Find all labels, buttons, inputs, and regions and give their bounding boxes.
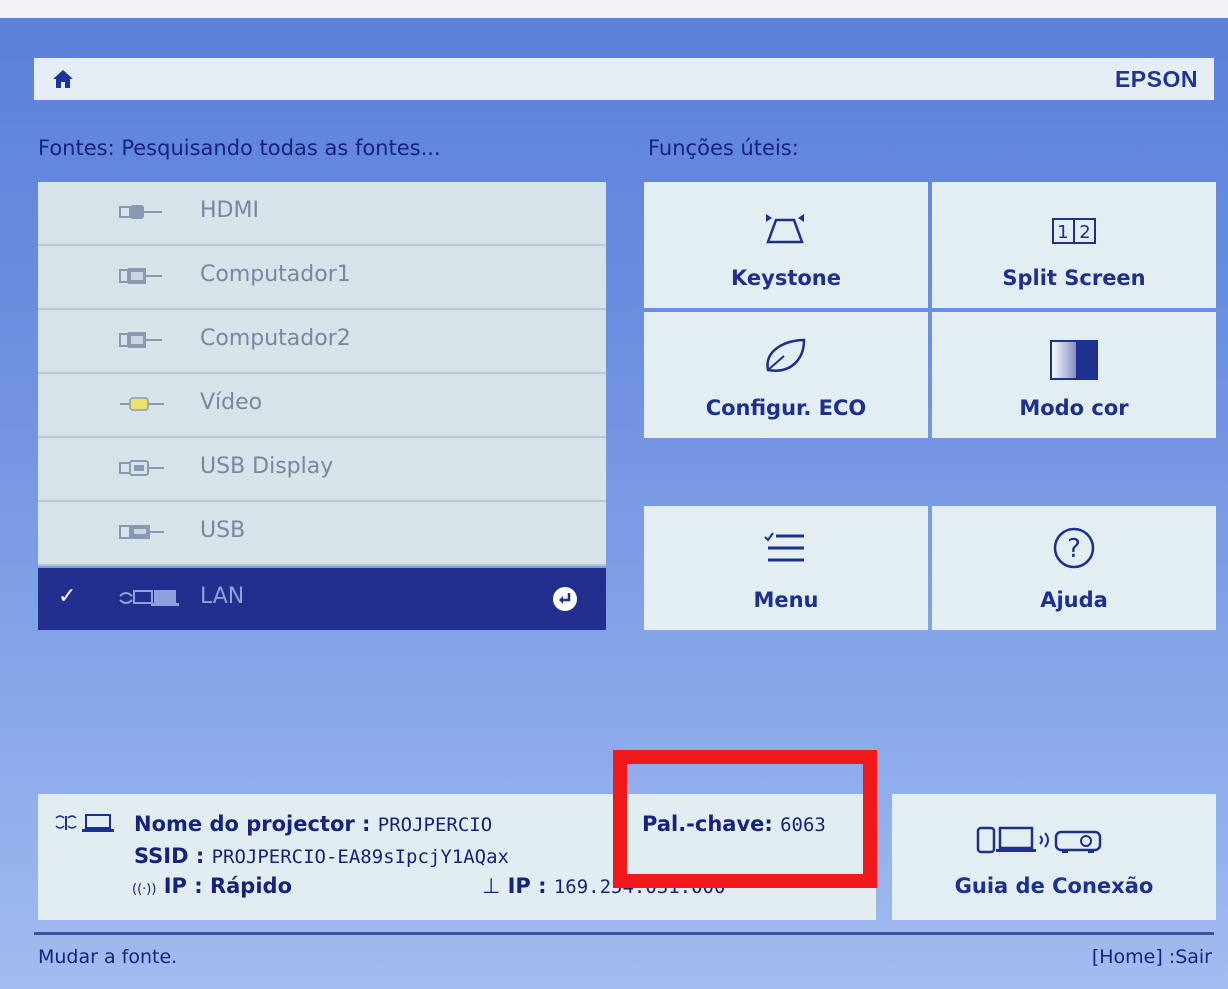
keystone-button[interactable]: Keystone: [644, 182, 928, 308]
tile-label: Split Screen: [1002, 266, 1146, 290]
network-computer-icon: [119, 590, 179, 606]
rca-video-connector-icon: [120, 397, 164, 411]
source-item-hdmi[interactable]: HDMI: [38, 182, 606, 246]
eco-leaf-icon: [766, 338, 806, 372]
brand-logo: EPSON: [1114, 66, 1198, 92]
vga-connector-icon: [119, 268, 162, 284]
checkmark-icon: ✓: [58, 584, 77, 609]
enter-icon[interactable]: [552, 586, 578, 612]
tile-label: Keystone: [731, 266, 841, 290]
svg-text:2: 2: [1079, 222, 1090, 243]
color-mode-button[interactable]: Modo cor: [932, 312, 1216, 438]
wired-lan-icon: ⊥: [482, 874, 501, 898]
projector-name-label: Nome do projector :: [134, 812, 371, 836]
footer-hint: Mudar a fonte.: [38, 946, 178, 968]
source-item-computador1[interactable]: Computador1: [38, 246, 606, 310]
eco-button[interactable]: Configur. ECO: [644, 312, 928, 438]
source-label: LAN: [200, 584, 245, 609]
menu-button[interactable]: Menu: [644, 506, 928, 630]
color-mode-icon: [1050, 340, 1098, 380]
top-strip: [0, 0, 1228, 18]
source-label: HDMI: [200, 198, 259, 223]
ip-wired-label: IP :: [507, 874, 547, 898]
connection-guide-icon: [976, 826, 1102, 854]
ssid-value: PROJPERCIO-EA89sIpcjY1AQax: [211, 846, 509, 868]
svg-text:?: ?: [1067, 534, 1081, 564]
tile-label: Modo cor: [1019, 396, 1129, 420]
footer-divider: [34, 932, 1214, 935]
help-icon: ?: [1053, 527, 1095, 569]
source-label: Computador1: [200, 262, 351, 287]
tile-label: Ajuda: [1040, 588, 1108, 612]
projector-home-screen: EPSON Fontes: Pesquisando todas as fonte…: [0, 0, 1228, 989]
source-item-lan[interactable]: ✓ LAN: [38, 568, 606, 630]
source-item-video[interactable]: Vídeo: [38, 374, 606, 438]
source-label: Vídeo: [200, 390, 263, 415]
usb-a-connector-icon: [119, 525, 164, 539]
keystone-icon: [766, 214, 804, 244]
source-label: USB: [200, 518, 246, 543]
source-item-computador2[interactable]: Computador2: [38, 310, 606, 374]
source-label: Computador2: [200, 326, 351, 351]
split-screen-icon: 1 2: [1052, 218, 1096, 244]
menu-list-icon: [764, 532, 804, 562]
projector-name-value: PROJPERCIO: [377, 814, 493, 836]
help-button[interactable]: ? Ajuda: [932, 506, 1216, 630]
wireless-signal-icon: ((·)): [132, 882, 157, 897]
sources-title: Fontes: Pesquisando todas as fontes...: [38, 136, 441, 160]
ip-quick-label: IP : Rápido: [163, 874, 292, 898]
source-item-usb-display[interactable]: USB Display: [38, 438, 606, 502]
tile-label: Configur. ECO: [705, 396, 867, 420]
header-bar: EPSON: [34, 58, 1214, 100]
functions-title: Funções úteis:: [648, 136, 799, 160]
source-item-usb[interactable]: USB: [38, 502, 606, 566]
guide-label: Guia de Conexão: [954, 874, 1154, 898]
footer-exit[interactable]: [Home] :Sair: [1092, 946, 1212, 968]
wireless-computer-icon: [55, 814, 114, 832]
vga-connector-icon: [119, 332, 162, 348]
connection-guide-button[interactable]: Guia de Conexão: [892, 794, 1216, 920]
hdmi-connector-icon: [119, 205, 162, 219]
ssid-label: SSID :: [134, 844, 205, 868]
svg-text:1: 1: [1057, 222, 1068, 243]
split-screen-button[interactable]: 1 2 Split Screen: [932, 182, 1216, 308]
source-list: HDMI Computador1 Computador2 Vídeo USB D…: [38, 182, 606, 630]
highlight-box: [613, 750, 877, 888]
source-label: USB Display: [200, 454, 334, 479]
usb-connector-icon: [119, 460, 164, 476]
tile-label: Menu: [753, 588, 819, 612]
home-icon[interactable]: [52, 68, 74, 90]
